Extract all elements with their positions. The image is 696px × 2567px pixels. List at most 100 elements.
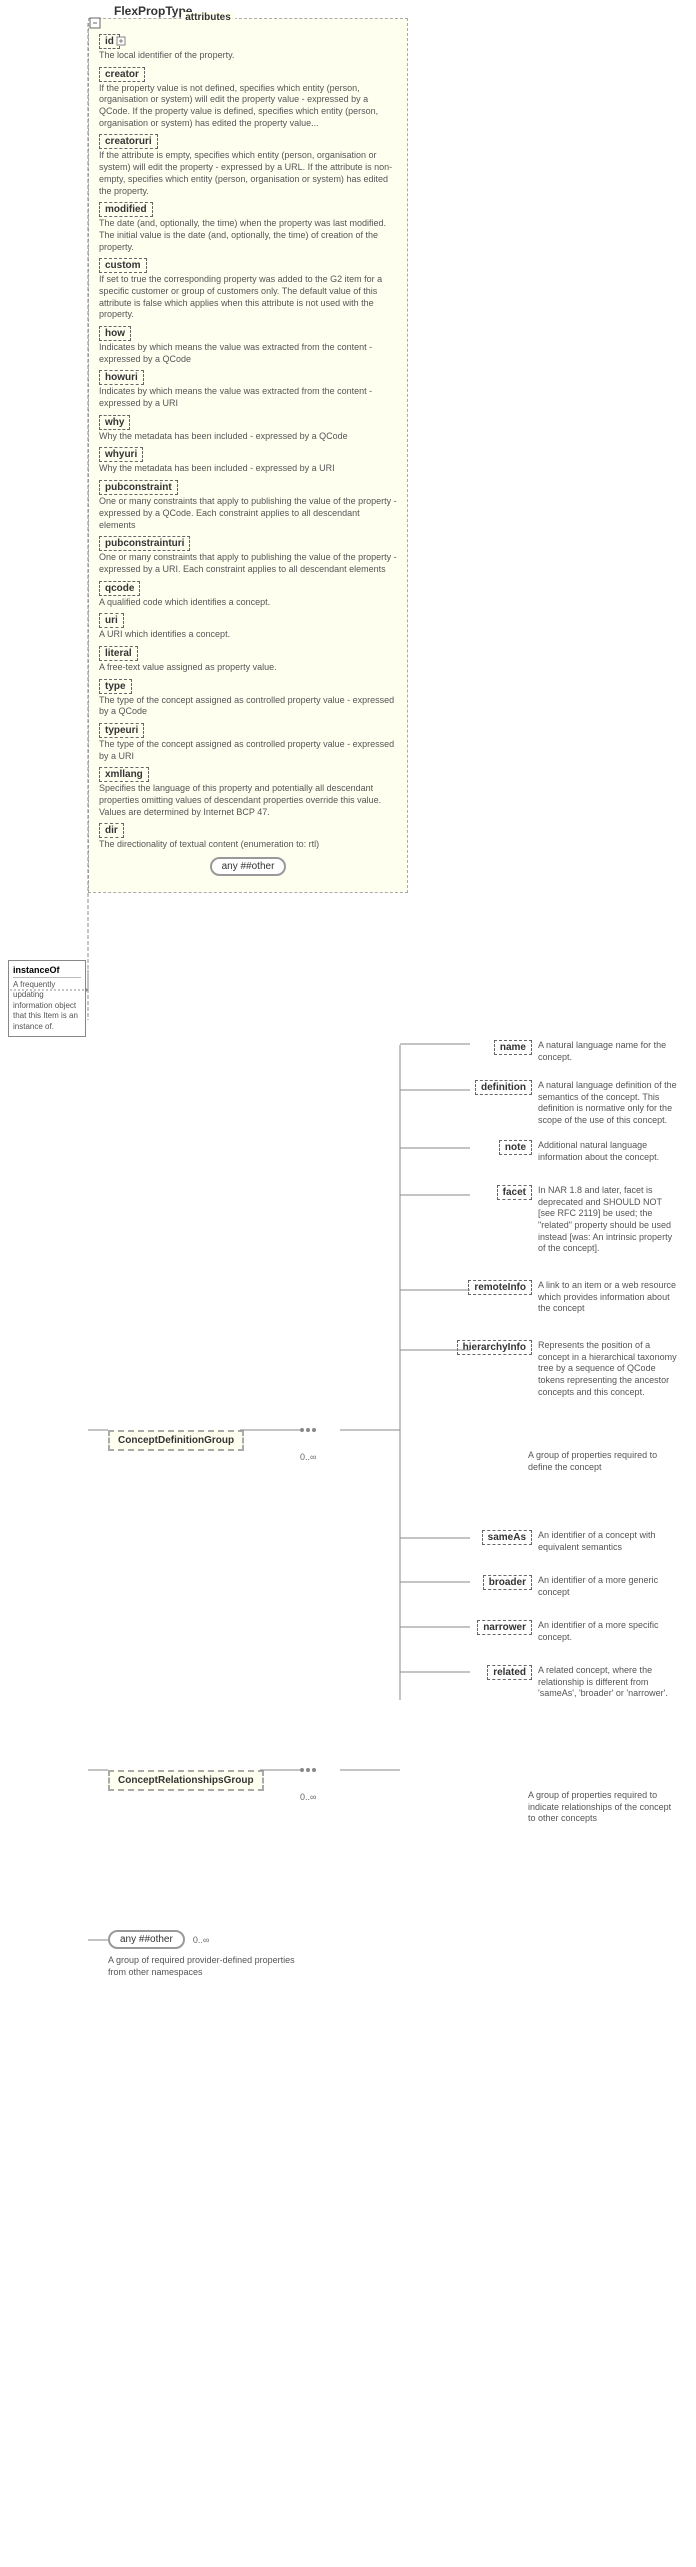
attr-pubconstrainturi-desc: One or many constraints that apply to pu…	[99, 552, 397, 575]
concept-def-group-box: ConceptDefinitionGroup	[108, 1430, 244, 1451]
attributes-label: attributes	[181, 12, 235, 23]
attr-dir: dir The directionality of textual conten…	[99, 823, 397, 851]
attr-pubconstraint-desc: One or many constraints that apply to pu…	[99, 496, 397, 531]
attr-type-desc: The type of the concept assigned as cont…	[99, 695, 397, 718]
right-remoteinfo-label: remoteInfo	[468, 1280, 532, 1295]
attr-qcode-name: qcode	[99, 581, 140, 596]
attr-why: why Why the metadata has been included -…	[99, 415, 397, 443]
attr-dir-desc: The directionality of textual content (e…	[99, 839, 397, 851]
attr-literal-desc: A free-text value assigned as property v…	[99, 662, 397, 674]
right-hierarchyinfo-label: hierarchyInfo	[457, 1340, 532, 1355]
right-related-desc: A related concept, where the relationshi…	[538, 1665, 678, 1700]
right-remoteinfo-desc: A link to an item or a web resource whic…	[538, 1280, 678, 1315]
attr-type-name: type	[99, 679, 132, 694]
attr-how-desc: Indicates by which means the value was e…	[99, 342, 397, 365]
any-other-top: any ##other	[99, 857, 397, 876]
right-sameas-label: sameAs	[482, 1530, 532, 1545]
attr-howuri: howuri Indicates by which means the valu…	[99, 370, 397, 409]
diagram-container: FlexPropType attributes id The local ide…	[0, 0, 696, 2567]
attr-whyuri-desc: Why the metadata has been included - exp…	[99, 463, 397, 475]
concept-def-group-label: ConceptDefinitionGroup	[118, 1435, 234, 1446]
any-other-bottom-mult: 0..∞	[193, 1935, 209, 1945]
instance-of-desc: A frequently updating information object…	[13, 980, 81, 1032]
attr-pubconstrainturi-name: pubconstrainturi	[99, 536, 190, 551]
right-related-group: related A related concept, where the rel…	[487, 1665, 678, 1700]
concept-def-group-desc: A group of properties required to define…	[528, 1450, 678, 1473]
right-name-group: name A natural language name for the con…	[494, 1040, 678, 1063]
attr-howuri-desc: Indicates by which means the value was e…	[99, 386, 397, 409]
attr-uri-name: uri	[99, 613, 124, 628]
attr-how: how Indicates by which means the value w…	[99, 326, 397, 365]
any-other-bottom-label: any ##other	[108, 1930, 185, 1949]
right-name-desc: A natural language name for the concept.	[538, 1040, 678, 1063]
right-note-label: note	[499, 1140, 532, 1155]
right-hierarchyinfo-group: hierarchyInfo Represents the position of…	[457, 1340, 678, 1398]
right-facet-desc: In NAR 1.8 and later, facet is deprecate…	[538, 1185, 678, 1255]
attr-modified-desc: The date (and, optionally, the time) whe…	[99, 218, 397, 253]
attr-literal: literal A free-text value assigned as pr…	[99, 646, 397, 674]
attr-typeuri: typeuri The type of the concept assigned…	[99, 723, 397, 762]
instance-of-title: instanceOf	[13, 965, 81, 978]
attr-xmllang-name: xmllang	[99, 767, 149, 782]
attr-literal-name: literal	[99, 646, 138, 661]
concept-def-group-mult: 0..∞	[300, 1452, 316, 1462]
instance-of-box: instanceOf A frequently updating informa…	[8, 960, 86, 1037]
right-note-group: note Additional natural language informa…	[499, 1140, 678, 1163]
attr-custom: custom If set to true the corresponding …	[99, 258, 397, 321]
concept-rel-group-box: ConceptRelationshipsGroup	[108, 1770, 264, 1791]
attr-why-name: why	[99, 415, 130, 430]
attr-creatoruri: creatoruri If the attribute is empty, sp…	[99, 134, 397, 197]
right-note-desc: Additional natural language information …	[538, 1140, 678, 1163]
attr-id-name: id	[99, 34, 120, 49]
attr-custom-name: custom	[99, 258, 147, 273]
concept-rel-group-desc: A group of properties required to indica…	[528, 1790, 678, 1825]
attr-modified-name: modified	[99, 202, 153, 217]
any-other-bottom-desc: A group of required provider-defined pro…	[108, 1955, 308, 1978]
attr-pubconstraint-name: pubconstraint	[99, 480, 178, 495]
right-narrower-desc: An identifier of a more specific concept…	[538, 1620, 678, 1643]
attr-custom-desc: If set to true the corresponding propert…	[99, 274, 397, 321]
any-other-top-label: any ##other	[210, 857, 287, 876]
attr-typeuri-desc: The type of the concept assigned as cont…	[99, 739, 397, 762]
right-name-label: name	[494, 1040, 532, 1055]
attr-creatoruri-desc: If the attribute is empty, specifies whi…	[99, 150, 397, 197]
right-facet-group: facet In NAR 1.8 and later, facet is dep…	[497, 1185, 678, 1255]
attr-xmllang-desc: Specifies the language of this property …	[99, 783, 397, 818]
attr-id: id The local identifier of the property.	[99, 34, 397, 62]
right-hierarchyinfo-desc: Represents the position of a concept in …	[538, 1340, 678, 1398]
attr-uri-desc: A URI which identifies a concept.	[99, 629, 397, 641]
attr-modified: modified The date (and, optionally, the …	[99, 202, 397, 253]
right-narrower-label: narrower	[477, 1620, 532, 1635]
attr-uri: uri A URI which identifies a concept.	[99, 613, 397, 641]
right-definition-desc: A natural language definition of the sem…	[538, 1080, 678, 1127]
attr-creator-name: creator	[99, 67, 145, 82]
attr-xmllang: xmllang Specifies the language of this p…	[99, 767, 397, 818]
attr-qcode: qcode A qualified code which identifies …	[99, 581, 397, 609]
attr-type: type The type of the concept assigned as…	[99, 679, 397, 718]
right-broader-group: broader An identifier of a more generic …	[483, 1575, 678, 1598]
attr-why-desc: Why the metadata has been included - exp…	[99, 431, 397, 443]
attr-creatoruri-name: creatoruri	[99, 134, 158, 149]
attr-creator-desc: If the property value is not defined, sp…	[99, 83, 397, 130]
right-remoteinfo-group: remoteInfo A link to an item or a web re…	[468, 1280, 678, 1315]
concept-rel-group-label: ConceptRelationshipsGroup	[118, 1775, 254, 1786]
right-related-label: related	[487, 1665, 532, 1680]
right-narrower-group: narrower An identifier of a more specifi…	[477, 1620, 678, 1643]
right-broader-desc: An identifier of a more generic concept	[538, 1575, 678, 1598]
attr-qcode-desc: A qualified code which identifies a conc…	[99, 597, 397, 609]
right-facet-label: facet	[497, 1185, 532, 1200]
attr-whyuri: whyuri Why the metadata has been include…	[99, 447, 397, 475]
attr-dir-name: dir	[99, 823, 124, 838]
attr-pubconstraint: pubconstraint One or many constraints th…	[99, 480, 397, 531]
attr-typeuri-name: typeuri	[99, 723, 144, 738]
any-other-bottom-group: any ##other 0..∞	[108, 1930, 209, 1949]
right-definition-group: definition A natural language definition…	[475, 1080, 678, 1127]
concept-rel-group-mult: 0..∞	[300, 1792, 316, 1802]
right-definition-label: definition	[475, 1080, 532, 1095]
attributes-container: attributes id The local identifier of th…	[88, 18, 408, 893]
right-broader-label: broader	[483, 1575, 532, 1590]
attr-pubconstrainturi: pubconstrainturi One or many constraints…	[99, 536, 397, 575]
attr-creator: creator If the property value is not def…	[99, 67, 397, 130]
attr-id-desc: The local identifier of the property.	[99, 50, 397, 62]
right-sameas-group: sameAs An identifier of a concept with e…	[482, 1530, 678, 1553]
